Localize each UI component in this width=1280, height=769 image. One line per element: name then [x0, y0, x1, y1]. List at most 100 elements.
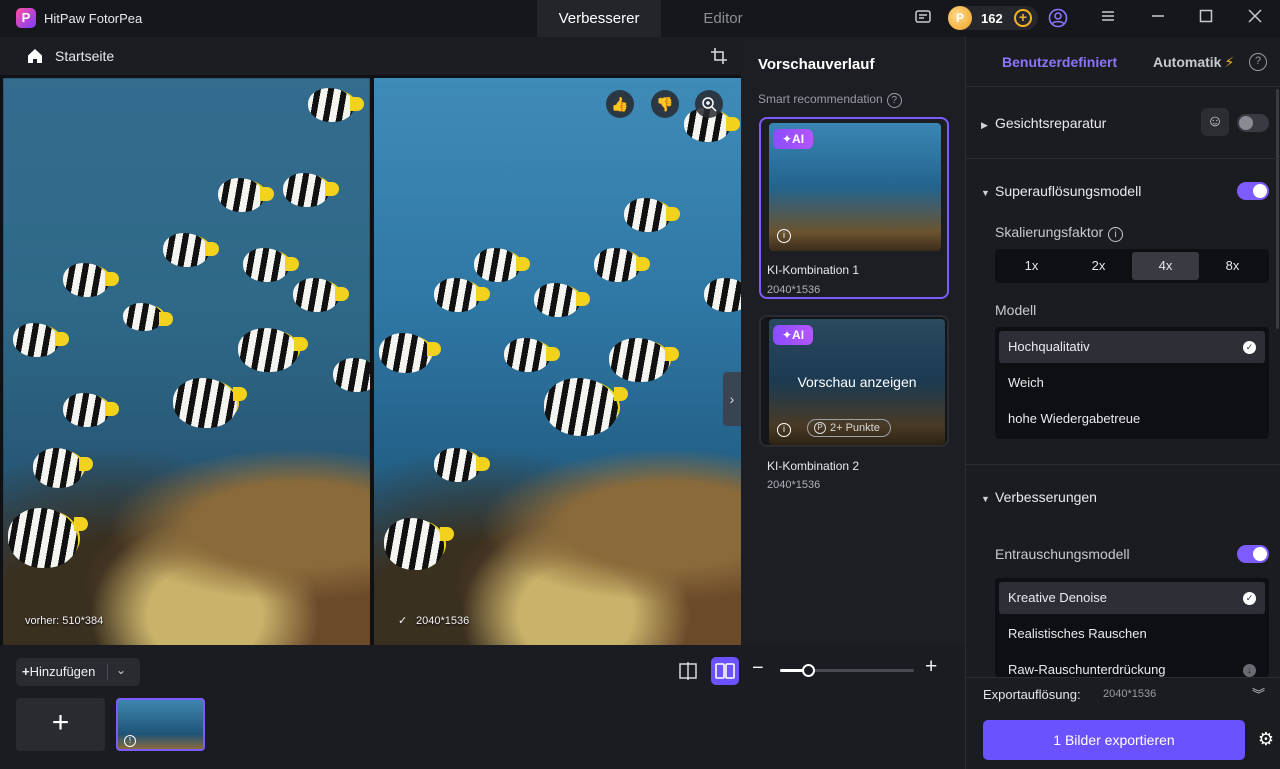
mode-tabs: Verbesserer Editor [537, 0, 785, 37]
preview-history-panel: Vorschauverlauf Smart recommendation? ✦A… [741, 37, 965, 645]
scale-factor-label: Skalierungsfaktor [995, 224, 1104, 240]
maximize-icon[interactable] [1196, 8, 1216, 28]
export-button[interactable]: 1 Bilder exportieren [983, 720, 1245, 760]
triangle-down-icon: ▼ [981, 494, 990, 504]
card-name: KI-Kombination 1 [767, 263, 860, 277]
face-icon[interactable]: ☺ [1201, 108, 1229, 136]
menu-icon[interactable] [1098, 8, 1118, 28]
denoise-option[interactable]: Realistisches Rauschen [999, 618, 1265, 650]
face-repair-toggle[interactable] [1237, 114, 1269, 132]
home-icon[interactable] [26, 47, 44, 65]
thumbs-up-icon[interactable]: 👍 [606, 90, 634, 118]
lightning-icon: ⚡ [1224, 54, 1235, 70]
scale-4x[interactable]: 4x [1132, 252, 1199, 280]
tab-enhancer[interactable]: Verbesserer [537, 0, 661, 37]
points-cost-badge: P 2+ Punkte [807, 419, 891, 437]
check-icon: ✓ [1243, 592, 1256, 605]
history-card-2[interactable]: ✦AI Vorschau anzeigen i P 2+ Punkte [759, 315, 949, 447]
zoom-slider-handle[interactable] [802, 664, 815, 677]
denoise-option[interactable]: Kreative Denoise ✓ [999, 582, 1265, 614]
ai-badge: ✦AI [773, 129, 813, 149]
add-credits-icon[interactable]: + [1014, 9, 1032, 27]
add-image-tile[interactable]: + [16, 698, 105, 751]
zoom-in-button[interactable]: + [925, 655, 937, 679]
before-size-label: vorher: 510*384 [25, 615, 104, 627]
check-icon: ✓ [398, 615, 408, 627]
chevron-right-icon[interactable]: › [723, 372, 741, 426]
feedback-icon[interactable] [913, 8, 933, 28]
home-link[interactable]: Startseite [55, 48, 114, 64]
zoom-in-icon[interactable] [695, 90, 723, 118]
denoise-toggle[interactable] [1237, 545, 1269, 563]
side-by-side-view-icon[interactable] [711, 657, 739, 685]
check-icon: ✓ [1243, 341, 1256, 354]
info-icon[interactable]: i [777, 229, 791, 243]
scale-1x[interactable]: 1x [998, 252, 1065, 280]
super-resolution-toggle[interactable] [1237, 182, 1269, 200]
workspace: Startseite vorher: 510*384 👍 👎 ✓ 2040*15… [0, 37, 741, 645]
export-resolution-label: Exportauflösung: [983, 687, 1081, 702]
after-image: 👍 👎 ✓ 2040*1536 [374, 78, 741, 645]
super-resolution-row[interactable]: ▼ Superauflösungsmodell [981, 183, 1141, 199]
workspace-header: Startseite [0, 37, 741, 75]
title-bar: P HitPaw FotorPea Verbesserer Editor P 1… [0, 0, 1280, 37]
help-icon[interactable]: ? [1249, 53, 1267, 71]
scale-2x[interactable]: 2x [1065, 252, 1132, 280]
denoise-label: Entrauschungsmodell [995, 546, 1130, 562]
scrollbar[interactable] [1276, 89, 1279, 329]
denoise-option[interactable]: Raw-Rauschunterdrückung ↓ [999, 654, 1265, 677]
close-icon[interactable] [1245, 8, 1265, 28]
help-icon[interactable]: ? [886, 93, 902, 108]
history-card-1[interactable]: ✦AI i KI-Kombination 1 2040*1536 [759, 117, 949, 299]
app-name: HitPaw FotorPea [44, 11, 143, 26]
face-repair-row[interactable]: ▶ Gesichtsreparatur [981, 115, 1106, 131]
export-resolution-value: 2040*1536 [1103, 688, 1157, 700]
card-preview-image: ✦AI Vorschau anzeigen i P 2+ Punkte [769, 319, 945, 445]
info-icon[interactable]: i [1108, 227, 1124, 242]
card-size: 2040*1536 [767, 284, 821, 296]
account-icon[interactable] [1048, 8, 1068, 28]
enhancements-row[interactable]: ▼ Verbesserungen [981, 489, 1097, 505]
split-view-icon[interactable] [674, 657, 702, 685]
card-size: 2040*1536 [767, 479, 821, 491]
scale-factor-selector: 1x 2x 4x 8x [995, 249, 1269, 283]
model-option[interactable]: Weich [999, 367, 1265, 399]
minimize-icon[interactable] [1148, 8, 1168, 28]
info-icon[interactable]: i [777, 423, 791, 437]
model-label: Modell [995, 302, 1037, 318]
add-button-label: Hinzufügen [29, 664, 96, 679]
before-image: vorher: 510*384 [3, 78, 370, 645]
triangle-down-icon: ▼ [981, 188, 990, 198]
chevron-down-icon[interactable]: ⌄ [116, 663, 126, 677]
scale-8x[interactable]: 8x [1199, 252, 1266, 280]
info-icon[interactable]: ! [124, 735, 136, 747]
card-preview-image: ✦AI i [769, 123, 941, 251]
after-size-label: 2040*1536 [416, 615, 470, 627]
double-chevron-down-icon[interactable]: ︾ [1252, 684, 1265, 703]
triangle-right-icon: ▶ [981, 120, 988, 130]
model-option[interactable]: hohe Wiedergabetreue [999, 403, 1265, 435]
tab-custom[interactable]: Benutzerdefiniert [1002, 54, 1117, 70]
add-button[interactable]: +Hinzufügen ⌄ [16, 658, 140, 686]
model-list: Hochqualitativ ✓ Weich hohe Wiedergabetre… [995, 327, 1269, 439]
card-name: KI-Kombination 2 [767, 459, 860, 473]
history-title: Vorschauverlauf [758, 56, 875, 73]
crop-icon[interactable] [710, 47, 728, 65]
thumbs-down-icon[interactable]: 👎 [651, 90, 679, 118]
settings-panel: Benutzerdefiniert Automatik ⚡ ? ▶ Gesichts… [965, 37, 1280, 769]
zoom-out-button[interactable]: − [752, 657, 764, 680]
tab-auto[interactable]: Automatik ⚡ [1153, 54, 1234, 71]
show-preview-label[interactable]: Vorschau anzeigen [769, 374, 945, 390]
settings-tabs: Benutzerdefiniert Automatik ⚡ ? [966, 37, 1280, 87]
bottom-bar: +Hinzufügen ⌄ + ! − + [0, 645, 965, 769]
tab-editor[interactable]: Editor [661, 0, 785, 37]
denoise-model-list: Kreative Denoise ✓ Realistisches Rauschen… [995, 578, 1269, 677]
export-resolution-bar: Exportauflösung: 2040*1536 ︾ [966, 677, 1280, 711]
download-icon[interactable]: ↓ [1243, 664, 1256, 677]
image-thumbnail[interactable]: ! [116, 698, 205, 751]
ai-badge: ✦AI [773, 325, 813, 345]
gear-icon[interactable]: ⚙ [1257, 730, 1275, 748]
app-logo: P [16, 8, 36, 28]
credits-badge[interactable]: P 162 + [948, 6, 1038, 30]
model-option[interactable]: Hochqualitativ ✓ [999, 331, 1265, 363]
